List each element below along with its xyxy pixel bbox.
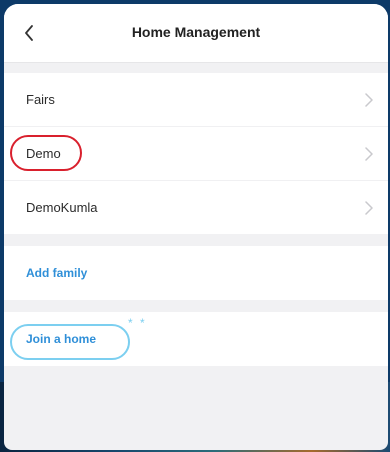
home-item-demokumla[interactable]: DemoKumla	[4, 180, 388, 234]
join-home-button[interactable]: Join a home	[26, 332, 96, 346]
chevron-right-icon	[365, 146, 373, 161]
join-home-section: Join a home * *	[4, 312, 388, 366]
page-title: Home Management	[131, 24, 261, 40]
annotation-marks: * *	[128, 316, 147, 330]
add-family-button[interactable]: Add family	[26, 266, 87, 280]
home-list: Fairs Demo DemoKumla	[4, 73, 388, 234]
home-item-label: DemoKumla	[26, 200, 98, 215]
home-item-fairs[interactable]: Fairs	[4, 73, 388, 126]
nav-bar: Home Management	[4, 4, 388, 63]
chevron-right-icon	[365, 92, 373, 107]
home-item-label: Demo	[26, 146, 61, 161]
app-screen: Home Management Fairs Demo DemoKumla Add…	[4, 4, 388, 450]
chevron-right-icon	[365, 200, 373, 215]
home-item-label: Fairs	[26, 92, 55, 107]
home-item-demo[interactable]: Demo	[4, 126, 388, 180]
add-family-section: Add family	[4, 246, 388, 300]
